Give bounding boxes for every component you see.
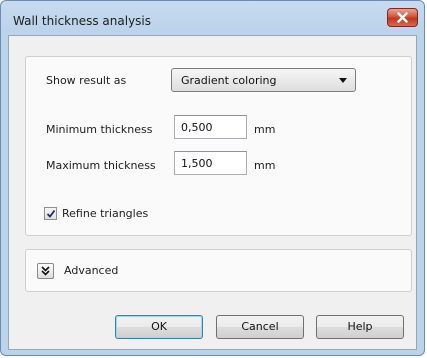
maximum-thickness-label: Maximum thickness [46,159,156,172]
dropdown-arrow-icon [339,78,347,83]
show-result-selected-value: Gradient coloring [181,74,277,87]
refine-triangles-checkbox[interactable] [44,207,57,220]
advanced-expand-button[interactable] [37,263,54,279]
cancel-button[interactable]: Cancel [216,315,304,339]
refine-triangles-label[interactable]: Refine triangles [62,207,148,220]
double-chevron-down-icon [41,266,50,276]
checkmark-icon [46,209,56,218]
dialog-window: Wall thickness analysis Show result as G… [0,0,425,356]
minimum-thickness-input[interactable] [174,115,247,139]
help-button[interactable]: Help [316,315,404,339]
show-result-dropdown[interactable]: Gradient coloring [171,68,356,92]
minimum-thickness-unit: mm [254,123,276,136]
title-bar[interactable]: Wall thickness analysis [1,1,424,35]
advanced-label[interactable]: Advanced [64,264,118,277]
show-result-label: Show result as [46,74,127,87]
window-title: Wall thickness analysis [13,14,152,28]
maximum-thickness-input[interactable] [174,151,247,175]
minimum-thickness-label: Minimum thickness [46,123,153,136]
close-button[interactable] [387,8,418,27]
ok-button[interactable]: OK [115,315,203,339]
maximum-thickness-unit: mm [254,159,276,172]
close-icon [397,12,408,23]
